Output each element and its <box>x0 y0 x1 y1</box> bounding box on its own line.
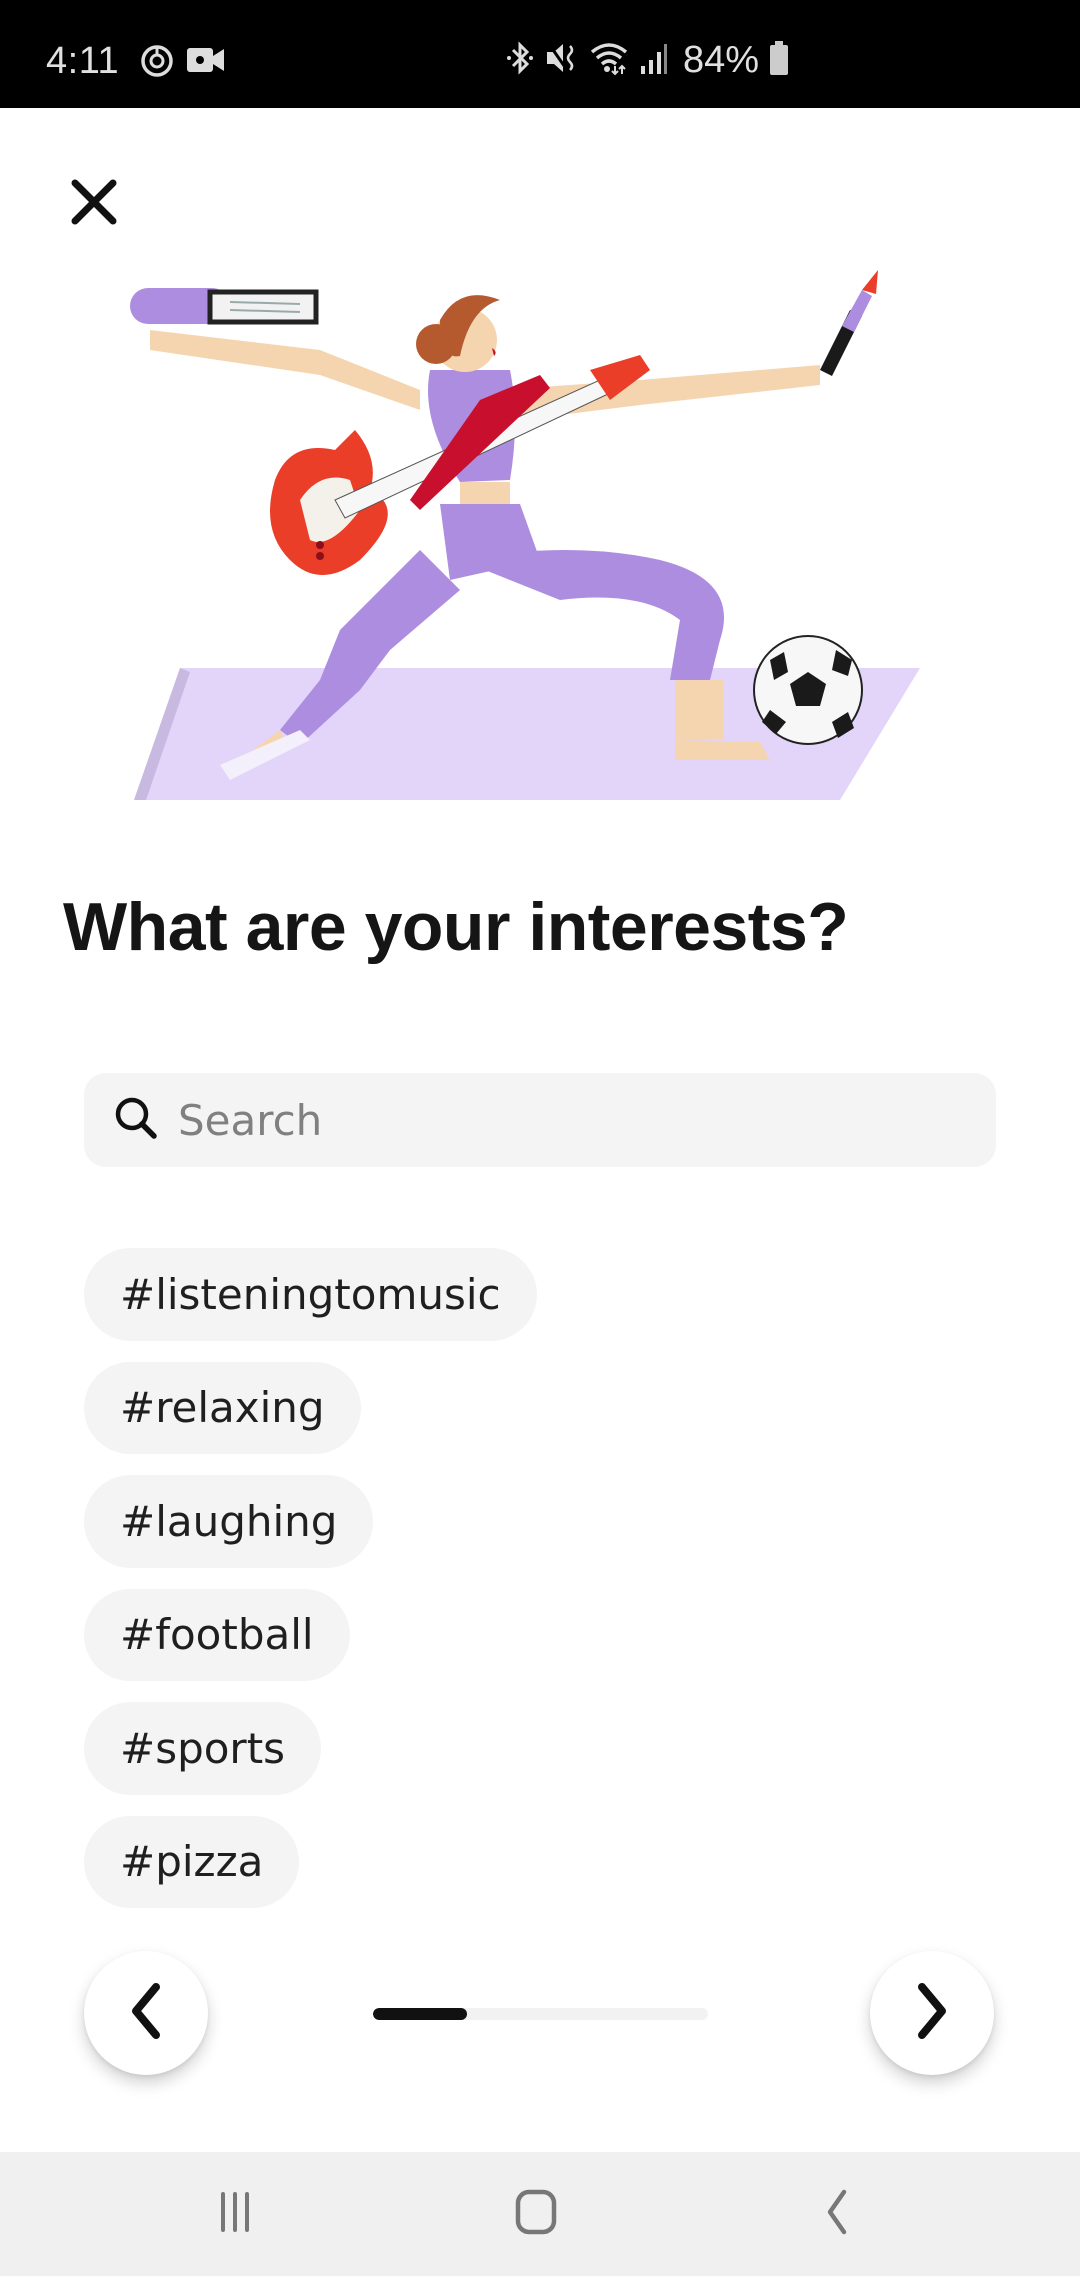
book <box>130 288 319 325</box>
front-leg <box>460 550 724 680</box>
left-arm <box>150 330 420 410</box>
soccer-ball <box>753 635 863 745</box>
onboarding-progress-bar <box>373 2008 708 2020</box>
status-time: 4:11 <box>46 40 120 82</box>
interest-chip[interactable]: #football <box>84 1588 350 1681</box>
signal-icon <box>639 40 669 80</box>
recent-apps-icon <box>215 2190 255 2238</box>
close-button[interactable] <box>62 172 126 236</box>
interests-illustration <box>120 260 960 820</box>
previous-button[interactable] <box>84 1951 208 2075</box>
progress-fill <box>373 2008 467 2020</box>
paintbrush <box>820 270 878 376</box>
page-title: What are your interests? <box>63 889 849 965</box>
home-button[interactable] <box>496 2182 576 2246</box>
status-bar: 4:11 84% <box>0 0 1080 108</box>
interest-chip[interactable]: #listeningtomusic <box>84 1248 537 1341</box>
data-saver-icon <box>140 44 174 82</box>
chevron-right-icon <box>910 1981 954 2045</box>
recent-apps-button[interactable] <box>195 2182 275 2246</box>
video-call-icon <box>186 44 226 80</box>
back-button[interactable] <box>798 2182 878 2246</box>
interest-chip-list: #listeningtomusic #relaxing #laughing #f… <box>84 1248 996 1908</box>
interest-chip[interactable]: #sports <box>84 1702 322 1795</box>
battery-icon <box>769 41 789 79</box>
interest-chip[interactable]: #pizza <box>84 1815 300 1908</box>
battery-percent: 84% <box>683 38 760 81</box>
close-icon <box>69 177 119 231</box>
home-icon <box>512 2188 560 2240</box>
mute-vibrate-icon <box>545 40 579 80</box>
next-button[interactable] <box>870 1951 994 2075</box>
wifi-icon <box>589 40 629 80</box>
status-right-icons: 84% <box>505 38 789 82</box>
back-icon <box>820 2188 856 2240</box>
search-input[interactable] <box>178 1095 958 1145</box>
interest-chip[interactable]: #laughing <box>84 1475 374 1568</box>
search-icon <box>112 1094 160 1146</box>
bluetooth-icon <box>505 40 535 80</box>
system-nav-bar <box>0 2152 1080 2276</box>
chevron-left-icon <box>124 1981 168 2045</box>
interest-chip[interactable]: #relaxing <box>84 1361 361 1454</box>
search-bar[interactable] <box>84 1073 996 1167</box>
